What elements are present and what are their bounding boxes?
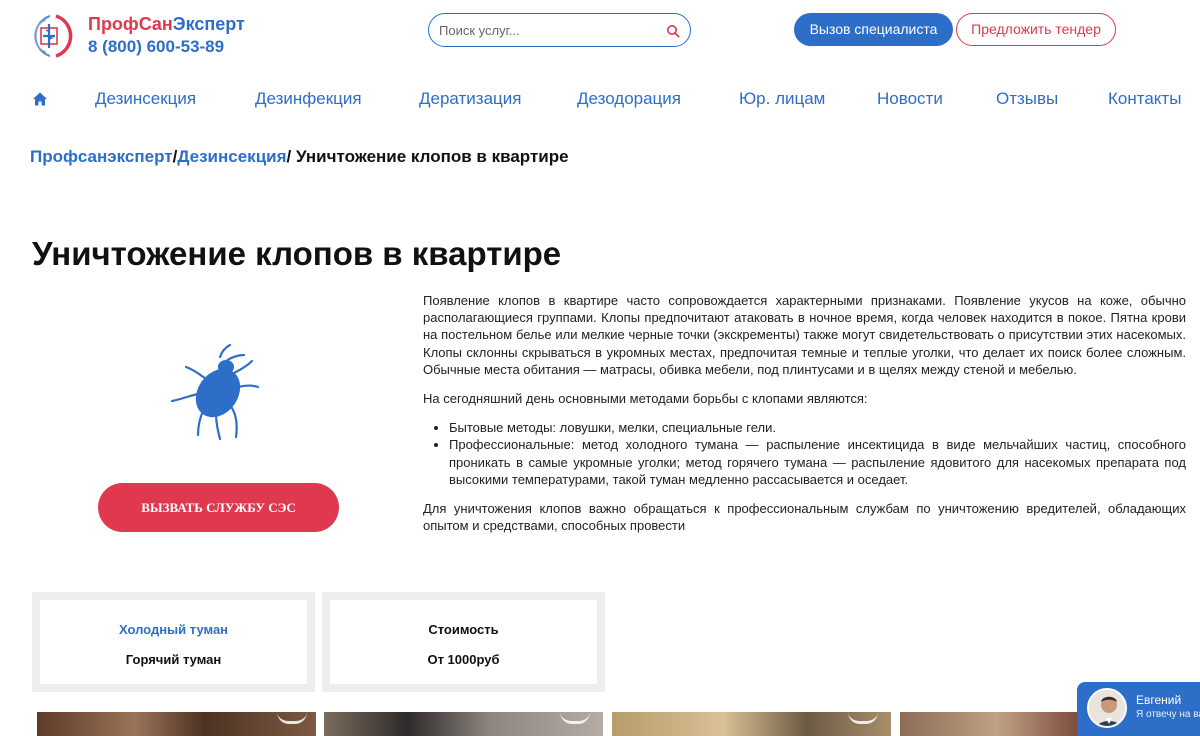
call-ses-button[interactable]: ВЫЗВАТЬ СЛУЖБУ СЭС	[98, 483, 339, 532]
method-hot-fog[interactable]: Горячий туман	[40, 652, 307, 668]
gallery-photo[interactable]	[324, 712, 603, 736]
breadcrumb: Профсанэксперт/Дезинсекция/ Уничтожение …	[30, 147, 569, 167]
logo-icon[interactable]	[26, 12, 78, 60]
nav-item-deratization[interactable]: Дератизация	[419, 89, 521, 109]
gallery-photo[interactable]	[37, 712, 316, 736]
call-specialist-button[interactable]: Вызов специалиста	[794, 13, 953, 46]
gallery-photo[interactable]	[612, 712, 891, 736]
price-value: От 1000руб	[427, 652, 500, 667]
watermark	[560, 712, 590, 724]
chat-agent-name: Евгений	[1136, 693, 1182, 707]
card-body: Стоимость От 1000руб	[330, 600, 597, 684]
list-item: Профессиональные: метод холодного тумана…	[449, 436, 1186, 488]
list-item: Бытовые методы: ловушки, мелки, специаль…	[449, 419, 1186, 436]
article-paragraph: На сегодняшний день основными методами б…	[423, 391, 868, 407]
brand[interactable]: ПрофСанЭксперт 8 (800) 600-53-89	[88, 14, 245, 59]
watermark	[277, 712, 307, 724]
search-box	[428, 13, 691, 47]
nav-item-legal-entities[interactable]: Юр. лицам	[739, 89, 825, 109]
breadcrumb-current: Уничтожение клопов в квартире	[291, 147, 569, 166]
nav-item-contacts[interactable]: Контакты	[1108, 89, 1181, 109]
brand-name-part: Проф	[88, 14, 139, 34]
nav-item-disinsection[interactable]: Дезинсекция	[95, 89, 196, 109]
methods-card: Холодный туман Горячий туман	[32, 592, 315, 692]
main-nav: Дезинсекция Дезинфекция Дератизация Дезо…	[0, 82, 1200, 116]
breadcrumb-section[interactable]: Дезинсекция	[177, 147, 286, 166]
brand-name-part: Эксперт	[172, 14, 245, 34]
price-label: Стоимость	[428, 622, 499, 637]
card-body: Холодный туман Горячий туман	[40, 600, 307, 684]
method-cold-fog[interactable]: Холодный туман	[40, 622, 307, 638]
brand-name-part: Сан	[138, 14, 173, 34]
avatar	[1087, 688, 1127, 728]
price-card: Стоимость От 1000руб	[322, 592, 605, 692]
nav-item-deodorization[interactable]: Дезодорация	[577, 89, 681, 109]
article-body: Появление клопов в квартире часто сопров…	[423, 292, 1186, 546]
article-paragraph: Появление клопов в квартире часто сопров…	[423, 293, 1186, 377]
nav-item-reviews[interactable]: Отзывы	[996, 89, 1058, 109]
article-paragraph: Для уничтожения клопов важно обращаться …	[423, 501, 1186, 534]
chat-widget[interactable]: Евгений Я отвечу на ва	[1077, 682, 1200, 736]
page-title: Уничтожение клопов в квартире	[32, 235, 562, 272]
site-header: ПрофСанЭксперт 8 (800) 600-53-89 Вызов с…	[0, 0, 1200, 70]
avatar-icon	[1089, 690, 1125, 726]
breadcrumb-home[interactable]: Профсанэксперт	[30, 147, 173, 166]
phone-number[interactable]: 8 (800) 600-53-89	[88, 35, 245, 59]
nav-item-disinfection[interactable]: Дезинфекция	[255, 89, 362, 109]
chat-status: Я отвечу на ва	[1136, 709, 1200, 720]
watermark	[848, 712, 878, 724]
propose-tender-button[interactable]: Предложить тендер	[956, 13, 1116, 46]
brand-name: ПрофСанЭксперт	[88, 14, 245, 34]
nav-item-news[interactable]: Новости	[877, 89, 943, 109]
search-icon[interactable]	[666, 24, 680, 38]
search-input[interactable]	[439, 20, 659, 40]
bedbug-icon	[170, 343, 260, 441]
methods-list: Бытовые методы: ловушки, мелки, специаль…	[449, 419, 1186, 488]
home-icon[interactable]	[32, 91, 48, 107]
